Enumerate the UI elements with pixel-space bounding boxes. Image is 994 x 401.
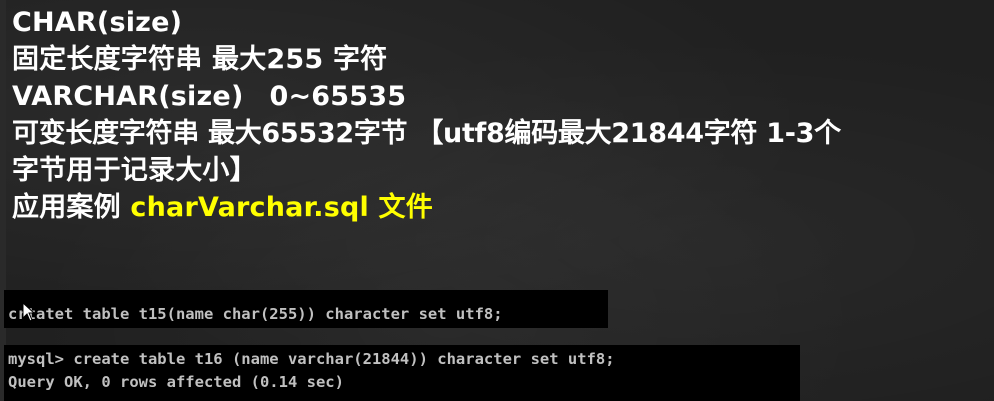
slide-screen: CHAR(size) 固定长度字符串 最大255 字符 VARCHAR(size… — [0, 0, 994, 401]
varchar-range: 0~65535 — [269, 81, 407, 112]
terminal-command-t15: crtatet table t15(name char(255)) charac… — [8, 305, 503, 323]
char-heading: CHAR(size) — [12, 7, 183, 38]
example-prefix: 应用案例 — [12, 192, 131, 223]
mouse-pointer-icon — [22, 302, 36, 322]
example-filename: charVarchar.sql 文件 — [130, 192, 433, 223]
frame-edge — [0, 0, 6, 401]
varchar-description: 可变长度字符串 最大65532字节 【utf8编码最大21844字符 1-3个 — [12, 118, 841, 149]
application-example: 应用案例 charVarchar.sql 文件 — [12, 189, 990, 226]
terminal-command-t16: mysql> create table t16 (name varchar(21… — [8, 350, 615, 368]
varchar-heading: VARCHAR(size) 0~65535 — [12, 78, 990, 115]
terminal-window-2: mysql> create table t16 (name varchar(21… — [4, 345, 800, 401]
varchar-description-cont: 字节用于记录大小】 — [12, 155, 257, 186]
terminal-window-1: crtatet table t15(name char(255)) charac… — [4, 290, 608, 328]
char-description: 固定长度字符串 最大255 字符 — [12, 44, 388, 75]
terminal-result: Query OK, 0 rows affected (0.14 sec) — [8, 373, 344, 391]
varchar-label: VARCHAR(size) — [12, 81, 244, 112]
slide-content: CHAR(size) 固定长度字符串 最大255 字符 VARCHAR(size… — [12, 4, 990, 226]
